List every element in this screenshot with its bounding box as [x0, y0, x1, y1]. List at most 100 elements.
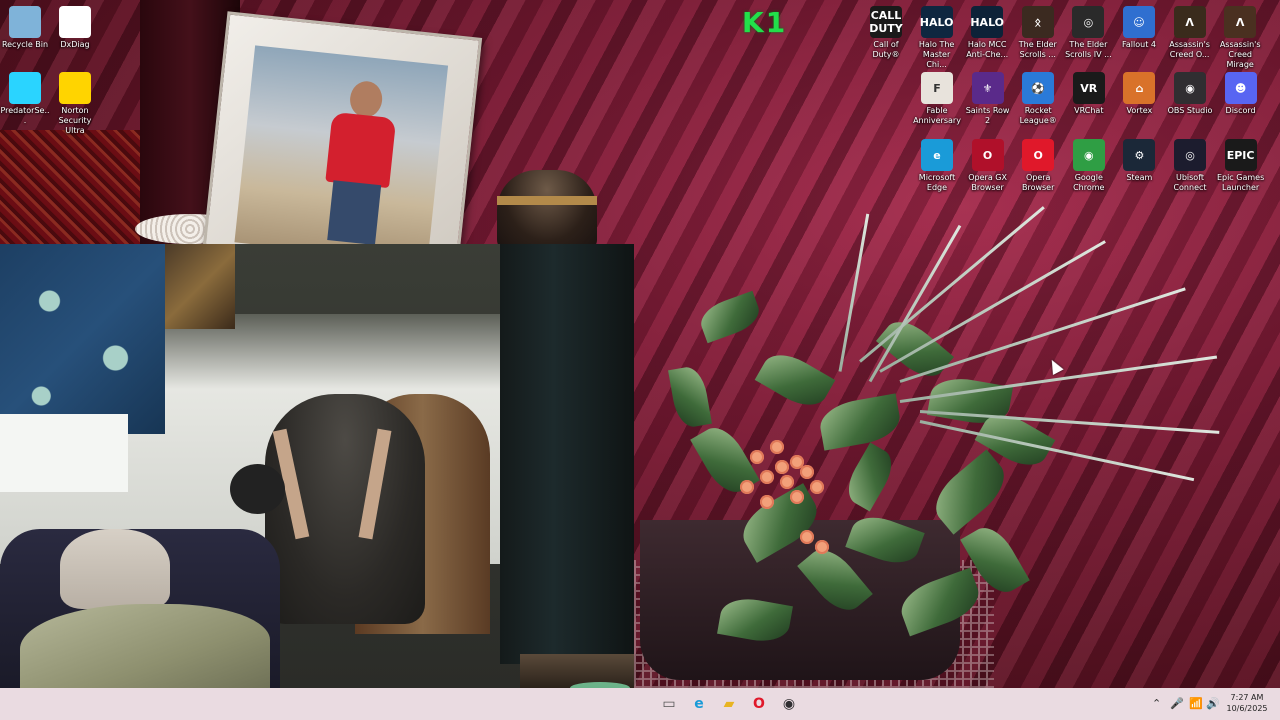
opera-icon: O: [1022, 139, 1055, 171]
taskbar-app-button[interactable]: O: [748, 693, 770, 715]
obs-icon: ◉: [1174, 72, 1206, 104]
desktop-shortcut[interactable]: DxDiag: [50, 6, 100, 50]
fable-icon: F: [921, 72, 953, 104]
plant-blade: [859, 206, 1045, 363]
recycle-bin-icon: [9, 6, 41, 38]
clock-time: 7:27 AM: [1230, 693, 1264, 702]
tray-chevron-icon[interactable]: ⌃: [1152, 697, 1161, 710]
plant-flower: [780, 475, 794, 489]
saints-row-icon: ⚜: [971, 72, 1004, 104]
ubisoft-icon: ◎: [1174, 139, 1206, 171]
desktop-shortcut[interactable]: ⚙ Steam: [1114, 139, 1164, 183]
desktop-shortcut[interactable]: HALO Halo The Master Chi...: [912, 6, 962, 70]
shortcut-label: Fable Anniversary: [913, 106, 961, 125]
plant-leaf: [754, 345, 836, 415]
shortcut-label: Call of Duty®: [872, 40, 900, 59]
edge-icon: e: [694, 696, 704, 712]
desktop-shortcut[interactable]: ◎ The Elder Scrolls IV ...: [1063, 6, 1113, 60]
speaker-icon[interactable]: 🔊: [1206, 697, 1220, 710]
desktop-shortcut[interactable]: EPIC Epic Games Launcher: [1216, 139, 1266, 193]
plant-leaf: [840, 442, 900, 512]
steam-icon: ⚙: [1123, 139, 1156, 171]
desktop-shortcut[interactable]: ᛟ The Elder Scrolls ...: [1013, 6, 1063, 60]
webcam-poster: [165, 244, 235, 329]
shortcut-label: Epic Games Launcher: [1216, 173, 1265, 192]
desktop-shortcut[interactable]: ⚽ Rocket League®: [1013, 72, 1063, 126]
plant-flower: [760, 495, 774, 509]
plant-leaf: [816, 393, 904, 451]
webcam-person: [60, 529, 170, 609]
shortcut-label: Opera GX Browser: [968, 173, 1007, 192]
taskbar-app-button[interactable]: ▭: [658, 693, 680, 715]
desktop-shortcut[interactable]: PredatorSe...: [0, 72, 50, 126]
taskbar-app-button[interactable]: ▰: [718, 693, 740, 715]
predator-sense-icon: [9, 72, 41, 104]
task-view-icon: ▭: [662, 696, 676, 712]
microphone-icon[interactable]: 🎤: [1170, 697, 1184, 710]
urn-band: [497, 196, 597, 205]
fallout-icon: ☺: [1123, 6, 1155, 38]
webcam-tapestry: [0, 244, 165, 434]
desktop-shortcut[interactable]: O Opera GX Browser: [963, 139, 1013, 193]
desktop-shortcut[interactable]: Λ Assassin's Creed Mirage: [1215, 6, 1265, 70]
desktop-shortcut[interactable]: CALL DUTY Call of Duty®: [861, 6, 911, 60]
plant-flower: [760, 470, 774, 484]
vortex-icon: ⌂: [1123, 72, 1156, 104]
shortcut-label: Vortex: [1126, 106, 1153, 115]
shortcut-label: PredatorSe...: [0, 106, 50, 125]
plant-flower: [800, 465, 814, 479]
oblivion-icon: ◎: [1072, 6, 1105, 38]
desktop-shortcut[interactable]: ☺ Fallout 4: [1114, 6, 1164, 50]
shortcut-label: Assassin's Creed Mirage: [1219, 40, 1261, 69]
wifi-icon[interactable]: 📶: [1189, 697, 1203, 710]
desktop-shortcut[interactable]: ☻ Discord: [1216, 72, 1266, 116]
call-of-duty-icon: CALL DUTY: [869, 6, 903, 38]
plant-flower: [810, 480, 824, 494]
webcam-window-light: [0, 414, 128, 492]
plant-flower: [770, 440, 784, 454]
desktop-shortcut[interactable]: e Microsoft Edge: [912, 139, 962, 193]
halo-icon: HALO: [920, 6, 953, 38]
halo-mcc-icon: HALO: [970, 6, 1004, 38]
shortcut-label: Discord: [1225, 106, 1256, 115]
plant-flower: [815, 540, 829, 554]
shortcut-label: Norton Security Ultra: [58, 106, 92, 135]
desktop-shortcut[interactable]: ⚜ Saints Row 2: [963, 72, 1013, 126]
carpet-texture: [0, 130, 140, 245]
shortcut-label: Assassin's Creed O...: [1169, 40, 1210, 59]
shortcut-label: Fallout 4: [1122, 40, 1156, 49]
desktop-shortcut[interactable]: Λ Assassin's Creed O...: [1165, 6, 1215, 60]
urn: [497, 170, 597, 250]
desktop-shortcut[interactable]: VR VRChat: [1064, 72, 1114, 116]
shortcut-label: Halo The Master Chi...: [918, 40, 955, 69]
shortcut-label: Steam: [1126, 173, 1153, 182]
opera-gx-icon: O: [971, 139, 1004, 171]
plant-flower: [775, 460, 789, 474]
photo-person-head: [348, 79, 384, 119]
desktop-shortcut[interactable]: ⌂ Vortex: [1114, 72, 1164, 116]
desktop-shortcut[interactable]: ◉ Google Chrome: [1064, 139, 1114, 193]
system-clock[interactable]: 7:27 AM 10/6/2025: [1222, 692, 1272, 714]
shortcut-label: VRChat: [1074, 106, 1104, 115]
desktop-shortcut[interactable]: F Fable Anniversary: [912, 72, 962, 126]
taskbar-app-button[interactable]: ◉: [778, 693, 800, 715]
obs-icon: ◉: [782, 696, 796, 712]
edge-icon: e: [921, 139, 953, 171]
plant-leaf: [668, 364, 712, 430]
norton-icon: [59, 72, 91, 104]
shortcut-label: OBS Studio: [1167, 106, 1213, 115]
discord-icon: ☻: [1224, 72, 1257, 104]
clock-date: 10/6/2025: [1226, 704, 1268, 713]
desktop-shortcut[interactable]: HALO Halo MCC Anti-Che...: [962, 6, 1012, 60]
desktop-shortcut[interactable]: Recycle Bin: [0, 6, 50, 50]
desktop-shortcut[interactable]: ◎ Ubisoft Connect: [1165, 139, 1215, 193]
desktop-shortcut[interactable]: ◉ OBS Studio: [1165, 72, 1215, 116]
desktop-shortcut[interactable]: Norton Security Ultra: [50, 72, 100, 136]
taskbar-app-button[interactable]: e: [688, 693, 710, 715]
plant-flower: [740, 480, 754, 494]
shortcut-label: Opera Browser: [1021, 173, 1055, 192]
shortcut-label: DxDiag: [60, 40, 90, 49]
desktop-shortcut[interactable]: O Opera Browser: [1013, 139, 1063, 193]
shortcut-label: Google Chrome: [1073, 173, 1105, 192]
file-explorer-icon: ▰: [723, 696, 735, 712]
